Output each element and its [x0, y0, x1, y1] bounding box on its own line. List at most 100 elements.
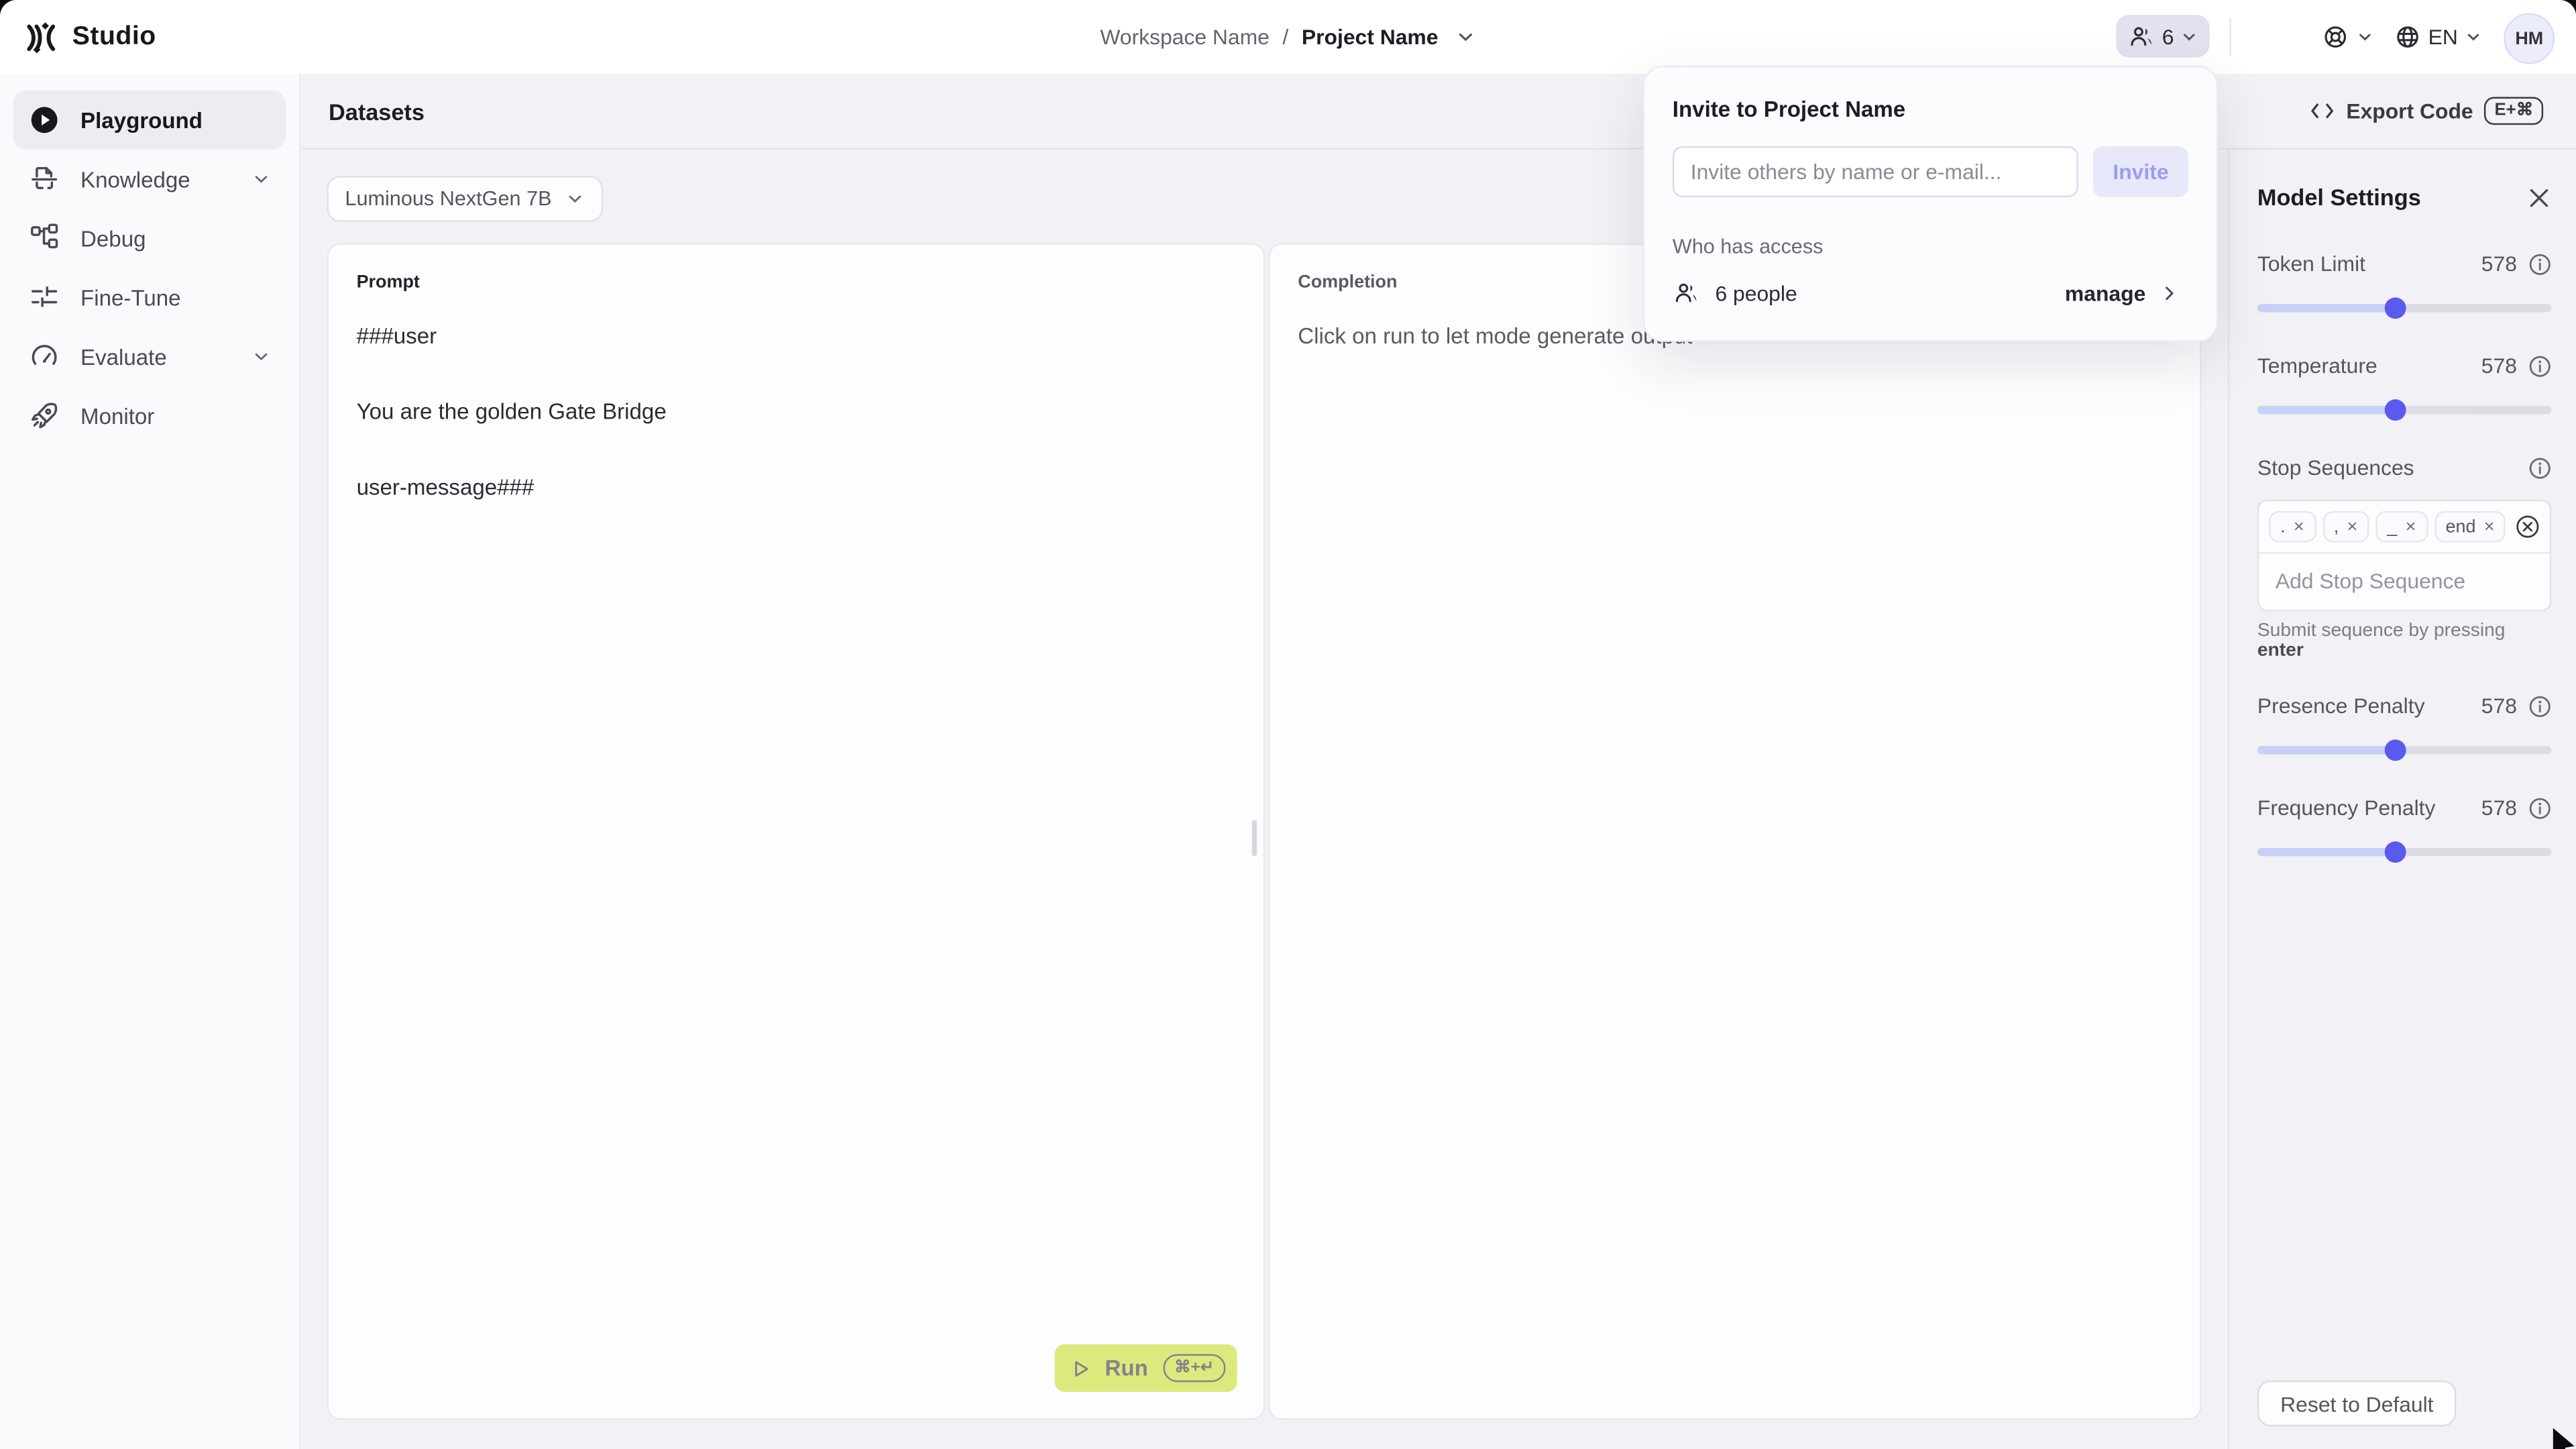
sidebar-item-evaluate[interactable]: Evaluate — [13, 327, 286, 386]
prompt-panel[interactable]: Prompt ###user You are the golden Gate B… — [327, 244, 1265, 1420]
breadcrumb-separator: / — [1282, 25, 1288, 50]
completion-panel: Completion Click on run to let mode gene… — [1268, 244, 2201, 1420]
sidebar-item-label: Playground — [80, 107, 203, 132]
mouse-cursor — [2551, 1428, 2576, 1449]
export-code-button[interactable]: Export Code E+⌘ — [2300, 95, 2553, 127]
scrollbar-thumb[interactable] — [1251, 820, 1257, 856]
code-icon — [2310, 100, 2335, 121]
chevron-down-icon — [2465, 28, 2483, 46]
gauge-icon — [28, 340, 61, 373]
token-limit-value: 578 — [2481, 252, 2517, 276]
remove-icon[interactable]: × — [2406, 517, 2416, 536]
temperature-slider[interactable] — [2257, 406, 2551, 414]
remove-icon[interactable]: × — [2347, 517, 2358, 536]
sidebar-item-fine-tune[interactable]: Fine-Tune — [13, 268, 286, 327]
access-label: Who has access — [1673, 235, 2188, 258]
prompt-text[interactable]: ###user You are the golden Gate Bridge u… — [357, 317, 667, 506]
slider-thumb[interactable] — [2385, 739, 2406, 760]
close-icon[interactable] — [2527, 185, 2552, 210]
play-circle-icon — [28, 103, 61, 136]
top-bar: Studio Workspace Name / Project Name 6 — [0, 0, 2576, 74]
app-title: Studio — [72, 22, 156, 52]
frequency-penalty-label: Frequency Penalty — [2257, 796, 2481, 820]
sidebar-item-debug[interactable]: Debug — [13, 209, 286, 268]
knowledge-icon — [28, 163, 61, 196]
stop-sequences-label: Stop Sequences — [2257, 455, 2528, 480]
stop-sequence-chip: end × — [2434, 511, 2506, 543]
slider-thumb[interactable] — [2385, 297, 2406, 318]
chevron-down-icon — [251, 347, 271, 366]
playground-area: Luminous NextGen 7B Prompt ###user You a… — [302, 150, 2228, 1449]
sidebar-item-monitor[interactable]: Monitor — [13, 386, 286, 445]
info-icon[interactable] — [2528, 252, 2551, 275]
temperature-label: Temperature — [2257, 354, 2481, 378]
hint-text: Submit sequence by pressing — [2257, 621, 2506, 641]
sidebar: Playground Knowledge — [0, 74, 300, 1449]
reset-to-default-button[interactable]: Reset to Default — [2257, 1381, 2457, 1427]
chip-label: _ — [2387, 517, 2397, 536]
stop-sequence-chip: . × — [2269, 511, 2316, 543]
info-icon[interactable] — [2528, 456, 2551, 479]
model-settings-panel: Model Settings Token Limit 578 Temperatu… — [2228, 150, 2576, 1449]
chevron-down-icon — [251, 169, 271, 189]
language-selector[interactable]: EN — [2394, 0, 2482, 74]
presence-penalty-label: Presence Penalty — [2257, 694, 2481, 718]
sliders-icon — [28, 281, 61, 314]
stop-sequence-hint: Submit sequence by pressing enter — [2257, 621, 2551, 661]
remove-icon[interactable]: × — [2294, 517, 2304, 536]
model-select-value: Luminous NextGen 7B — [345, 187, 551, 210]
share-people-button[interactable]: 6 — [2116, 15, 2210, 58]
token-limit-label: Token Limit — [2257, 252, 2481, 276]
temperature-value: 578 — [2481, 354, 2517, 378]
chevron-down-icon — [565, 189, 584, 209]
page-title: Datasets — [329, 98, 425, 124]
help-menu-button[interactable] — [2321, 0, 2373, 74]
globe-icon — [2394, 23, 2422, 51]
info-icon[interactable] — [2528, 796, 2551, 819]
hint-key: enter — [2257, 641, 2304, 660]
chevron-down-icon[interactable] — [1455, 26, 1476, 48]
play-icon — [1070, 1358, 1090, 1378]
invite-input[interactable] — [1673, 146, 2078, 197]
people-icon — [1673, 279, 1701, 307]
model-select[interactable]: Luminous NextGen 7B — [327, 176, 602, 222]
frequency-penalty-slider[interactable] — [2257, 848, 2551, 856]
breadcrumb[interactable]: Workspace Name / Project Name — [1100, 0, 1475, 74]
brand: Studio — [23, 0, 156, 74]
info-icon[interactable] — [2528, 354, 2551, 377]
language-code: EN — [2428, 25, 2458, 50]
manage-label: manage — [2065, 281, 2145, 306]
user-avatar[interactable]: HM — [2504, 13, 2555, 64]
frequency-penalty-setting: Frequency Penalty 578 — [2257, 796, 2551, 857]
breadcrumb-workspace[interactable]: Workspace Name — [1100, 25, 1270, 50]
token-limit-slider[interactable] — [2257, 304, 2551, 312]
breadcrumb-project[interactable]: Project Name — [1302, 25, 1439, 50]
clear-all-icon[interactable] — [2515, 515, 2540, 539]
invite-button[interactable]: Invite — [2093, 146, 2188, 197]
remove-icon[interactable]: × — [2484, 517, 2495, 536]
sidebar-item-label: Monitor — [80, 403, 154, 428]
prompt-label: Prompt — [357, 273, 420, 292]
slider-thumb[interactable] — [2385, 398, 2406, 420]
sidebar-item-playground[interactable]: Playground — [13, 91, 286, 150]
studio-logo-icon — [23, 19, 59, 55]
sidebar-item-label: Evaluate — [80, 344, 167, 369]
stop-sequences-box: . × , × _ × end × — [2257, 500, 2551, 612]
chevron-down-icon — [2180, 27, 2198, 45]
temperature-setting: Temperature 578 — [2257, 354, 2551, 415]
sidebar-item-knowledge[interactable]: Knowledge — [13, 150, 286, 209]
chevron-down-icon — [2356, 28, 2374, 46]
presence-penalty-slider[interactable] — [2257, 746, 2551, 754]
add-stop-sequence-input[interactable] — [2259, 554, 2550, 610]
app-window: Studio Workspace Name / Project Name 6 — [0, 0, 2576, 1449]
rocket-icon — [28, 399, 61, 432]
manage-access-button[interactable]: manage — [2055, 279, 2188, 307]
model-settings-title: Model Settings — [2257, 184, 2421, 210]
completion-label: Completion — [1298, 273, 1397, 292]
slider-thumb[interactable] — [2385, 841, 2406, 862]
sidebar-item-label: Fine-Tune — [80, 285, 181, 310]
stop-sequence-chip: _ × — [2375, 511, 2427, 543]
info-icon[interactable] — [2528, 694, 2551, 717]
export-code-shortcut: E+⌘ — [2485, 97, 2543, 125]
run-button[interactable]: Run ⌘+↵ — [1054, 1344, 1237, 1392]
